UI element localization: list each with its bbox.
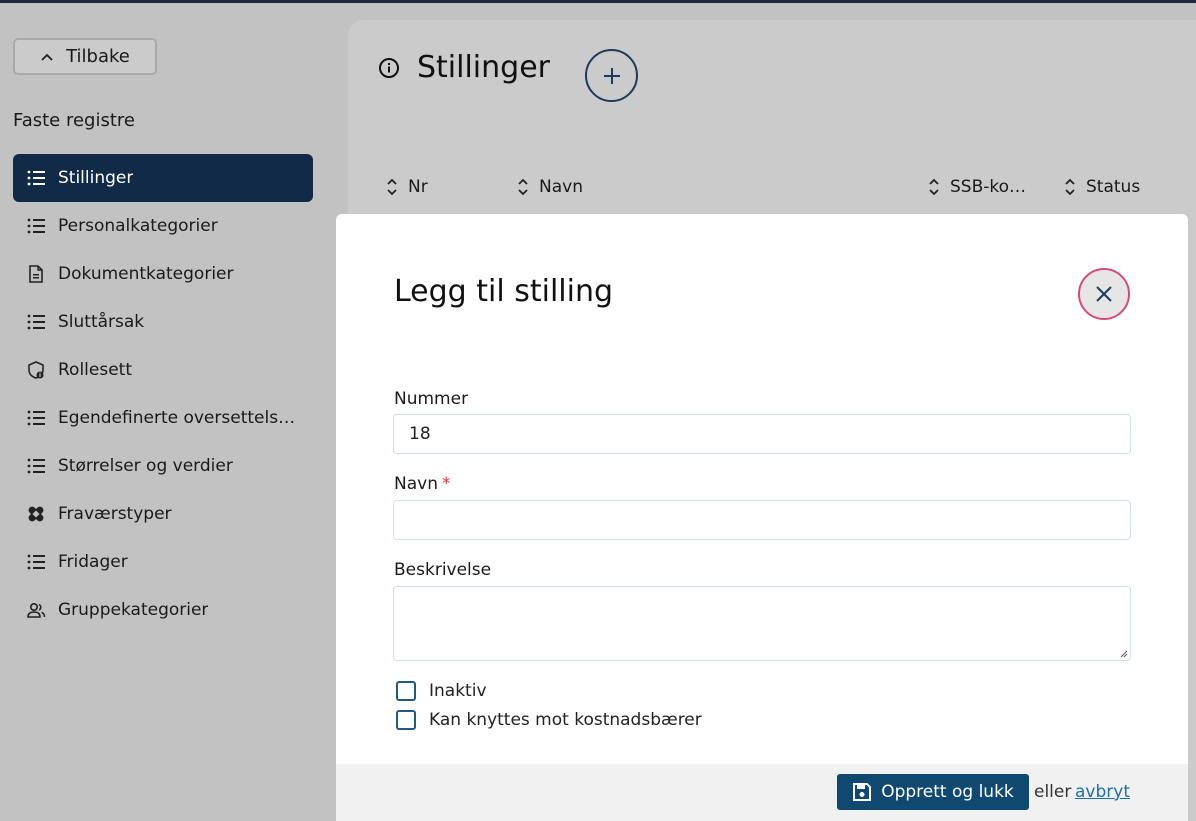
shield-info-icon <box>28 361 44 379</box>
kostnadsbaerer-checkbox[interactable] <box>396 710 416 730</box>
sidebar-item-label: Størrelser og verdier <box>58 456 233 476</box>
nummer-value: 18 <box>409 424 431 444</box>
cancel-link[interactable]: avbryt <box>1075 782 1130 802</box>
sidebar-item-label: Dokumentkategorier <box>58 264 234 284</box>
navn-label: Navn * <box>394 474 450 494</box>
beskrivelse-label: Beskrivelse <box>394 560 492 580</box>
nummer-label: Nummer <box>394 389 469 409</box>
list-icon <box>27 554 45 570</box>
sidebar-item-label: Sluttårsak <box>58 312 145 332</box>
chevron-up-icon <box>41 53 53 61</box>
bandage-icon <box>28 506 44 522</box>
column-label: SSB-ko… <box>950 177 1027 197</box>
modal-footer: Opprett og lukk eller avbryt <box>336 764 1188 821</box>
kostnadsbaerer-label: Kan knyttes mot kostnadsbærer <box>429 710 702 730</box>
page-title: Stillinger <box>417 50 550 85</box>
navn-label-text: Navn <box>394 474 438 494</box>
inaktiv-checkbox-row[interactable]: Inaktiv <box>396 681 487 701</box>
close-icon <box>1096 286 1112 302</box>
sidebar: Tilbake Faste registre Stillinger Person… <box>0 3 340 821</box>
sort-icon <box>1065 178 1075 196</box>
sidebar-item-egendefinerte-oversettelser[interactable]: Egendefinerte oversettels… <box>13 394 313 442</box>
save-icon <box>853 783 872 801</box>
sidebar-item-fravaerstyper[interactable]: Fraværstyper <box>13 490 313 538</box>
back-button[interactable]: Tilbake <box>13 38 157 75</box>
inaktiv-label: Inaktiv <box>429 681 487 701</box>
back-button-label: Tilbake <box>66 46 130 67</box>
sidebar-item-label: Gruppekategorier <box>58 600 209 620</box>
add-stilling-modal: Legg til stilling Nummer 18 Navn * Beskri… <box>336 214 1188 821</box>
sort-icon <box>929 178 939 196</box>
inaktiv-checkbox[interactable] <box>396 681 416 701</box>
sidebar-item-storrelser-og-verdier[interactable]: Størrelser og verdier <box>13 442 313 490</box>
list-icon <box>27 218 45 234</box>
sidebar-section-title: Faste registre <box>13 110 135 131</box>
column-label: Nr <box>408 177 428 197</box>
sidebar-item-label: Fridager <box>58 552 128 572</box>
required-marker: * <box>441 474 451 494</box>
beskrivelse-textarea[interactable] <box>393 586 1131 661</box>
nummer-input[interactable]: 18 <box>393 414 1131 454</box>
column-label: Status <box>1086 177 1141 197</box>
navn-input[interactable] <box>393 500 1131 540</box>
sidebar-item-personalkategorier[interactable]: Personalkategorier <box>13 202 313 250</box>
sidebar-nav: Stillinger Personalkategorier Dokumentka… <box>13 154 313 634</box>
plus-icon <box>603 67 620 84</box>
modal-title: Legg til stilling <box>394 274 614 309</box>
sidebar-item-label: Fraværstyper <box>58 504 172 524</box>
column-header-status[interactable]: Status <box>1064 176 1140 198</box>
sidebar-item-label: Personalkategorier <box>58 216 218 236</box>
submit-label: Opprett og lukk <box>881 782 1014 802</box>
sidebar-item-label: Rollesett <box>58 360 133 380</box>
column-label: Navn <box>539 177 583 197</box>
add-stilling-button[interactable] <box>585 49 638 102</box>
opprett-og-lukk-button[interactable]: Opprett og lukk <box>837 774 1029 810</box>
list-icon <box>27 410 45 426</box>
kostnadsbaerer-checkbox-row[interactable]: Kan knyttes mot kostnadsbærer <box>396 710 702 730</box>
list-icon <box>27 314 45 330</box>
page-header: Stillinger <box>378 50 550 85</box>
column-header-nr[interactable]: Nr <box>386 176 428 198</box>
sidebar-item-rollesett[interactable]: Rollesett <box>13 346 313 394</box>
sort-icon <box>518 178 528 196</box>
column-header-navn[interactable]: Navn <box>517 176 583 198</box>
or-text: eller <box>1034 782 1072 802</box>
list-icon <box>27 458 45 474</box>
sidebar-item-stillinger[interactable]: Stillinger <box>13 154 313 202</box>
sidebar-item-gruppekategorier[interactable]: Gruppekategorier <box>13 586 313 634</box>
sidebar-item-label: Egendefinerte oversettels… <box>58 408 296 428</box>
sidebar-item-sluttarsak[interactable]: Sluttårsak <box>13 298 313 346</box>
resize-grip-icon[interactable] <box>1120 650 1128 658</box>
column-header-ssb-kode[interactable]: SSB-ko… <box>928 176 1026 198</box>
sort-icon <box>387 178 397 196</box>
sidebar-item-dokumentkategorier[interactable]: Dokumentkategorier <box>13 250 313 298</box>
document-icon <box>29 265 43 283</box>
sidebar-item-label: Stillinger <box>58 168 134 188</box>
sidebar-item-fridager[interactable]: Fridager <box>13 538 313 586</box>
group-icon <box>27 602 46 618</box>
list-icon <box>27 170 45 186</box>
close-button[interactable] <box>1078 268 1130 320</box>
info-icon[interactable] <box>378 57 400 79</box>
